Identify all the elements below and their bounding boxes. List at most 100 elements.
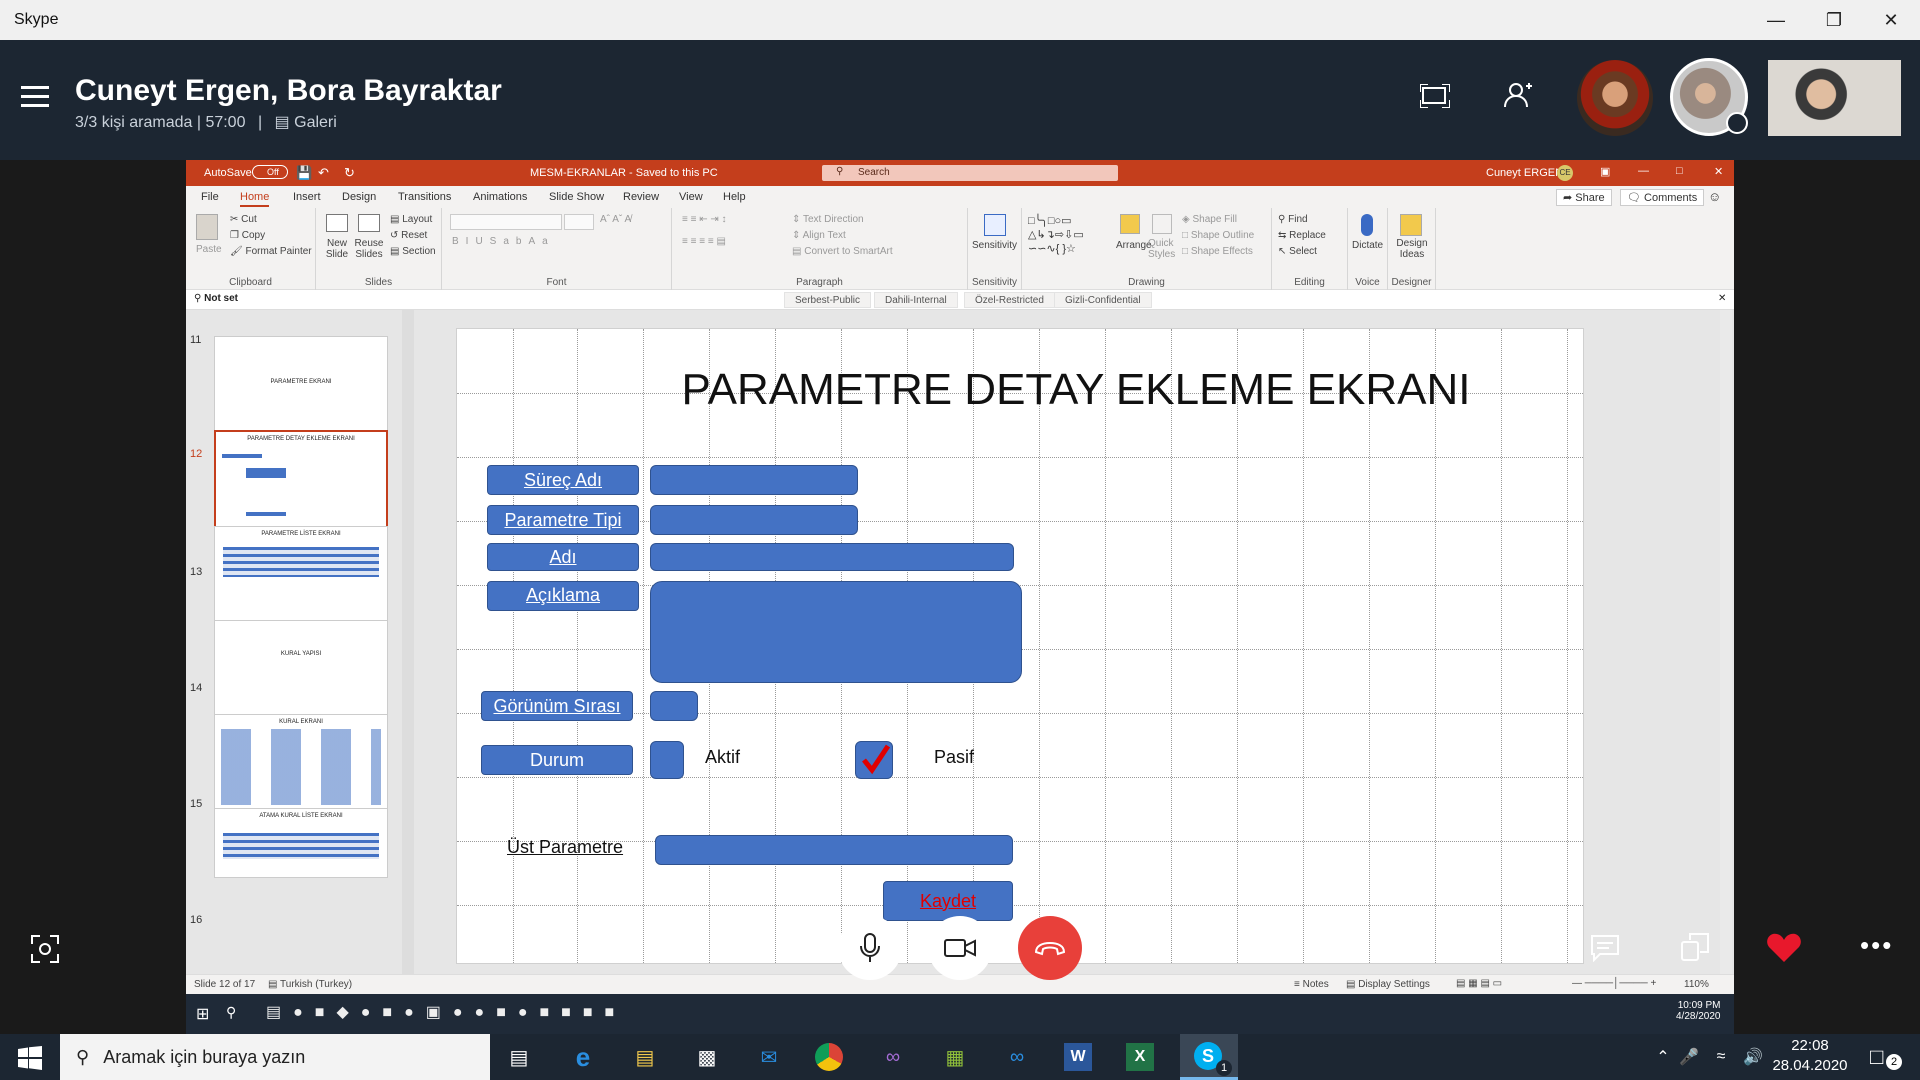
sensitivity-close-icon[interactable]: ✕ xyxy=(1718,293,1726,304)
task-view-icon[interactable]: ▤ xyxy=(502,1040,536,1074)
reuse-slides-icon[interactable] xyxy=(358,214,380,232)
display-settings-button[interactable]: ▤ Display Settings xyxy=(1346,979,1430,990)
tab-insert[interactable]: Insert xyxy=(293,191,321,203)
pasif-checkbox[interactable] xyxy=(855,741,893,779)
shape-fill-button[interactable]: ◈ Shape Fill xyxy=(1182,214,1237,225)
find-button[interactable]: ⚲ Find xyxy=(1278,214,1308,225)
taskbar-search[interactable]: ⚲ Aramak için buraya yazın xyxy=(60,1034,490,1080)
replace-button[interactable]: ⇆ Replace xyxy=(1278,230,1326,241)
view-buttons[interactable]: ▤ ▦ ▤ ▭ xyxy=(1456,978,1502,989)
font-format-buttons[interactable]: BIUSabAa xyxy=(452,236,555,247)
new-slide-icon[interactable] xyxy=(326,214,348,232)
tab-review[interactable]: Review xyxy=(623,191,659,203)
minimize-button[interactable]: — xyxy=(1747,0,1805,40)
ribbon-display-icon[interactable]: ▣ xyxy=(1600,165,1610,178)
ust-parametre-field[interactable] xyxy=(655,835,1013,865)
store-icon[interactable]: ▩ xyxy=(690,1040,724,1074)
word-icon[interactable]: W xyxy=(1064,1043,1092,1071)
close-button[interactable]: ✕ xyxy=(1862,0,1920,40)
kaydet-button[interactable]: Kaydet xyxy=(883,881,1013,921)
more-options-icon[interactable]: ••• xyxy=(1860,930,1893,961)
aktif-checkbox[interactable] xyxy=(650,741,684,779)
notifications-button[interactable]: □ 2 xyxy=(1870,1044,1902,1070)
microphone-icon[interactable] xyxy=(1361,214,1373,236)
zoom-slider[interactable]: — ────│──── + xyxy=(1572,978,1656,989)
align-text-button[interactable]: ⇕ Align Text xyxy=(792,230,846,241)
design-ideas-button[interactable]: Design Ideas xyxy=(1392,238,1432,260)
reuse-slides-button[interactable]: Reuse Slides xyxy=(354,238,384,260)
share-button[interactable]: ➦ Share xyxy=(1556,189,1612,206)
zoom-level[interactable]: 110% xyxy=(1684,979,1709,990)
tab-home[interactable]: Home xyxy=(240,191,270,207)
slide-canvas[interactable]: PARAMETRE DETAY EKLEME EKRANI Süreç Adı … xyxy=(456,328,1584,964)
tab-transitions[interactable]: Transitions xyxy=(398,191,451,203)
wifi-icon[interactable]: ≈ xyxy=(1704,1040,1738,1074)
layout-switch-icon[interactable] xyxy=(1680,932,1710,962)
chat-icon[interactable] xyxy=(1590,934,1620,962)
heart-icon[interactable] xyxy=(1766,932,1802,964)
sensitivity-icon[interactable] xyxy=(984,214,1006,236)
popout-icon[interactable] xyxy=(1726,112,1748,134)
notes-button[interactable]: ≡ Notes xyxy=(1294,979,1329,990)
video-button[interactable] xyxy=(928,916,992,980)
layout-button[interactable]: ▤ Layout xyxy=(390,214,432,225)
label-public[interactable]: Serbest-Public xyxy=(784,292,872,308)
paste-button[interactable]: Paste xyxy=(196,244,222,255)
participant-video-3[interactable] xyxy=(1768,60,1901,136)
design-ideas-icon[interactable] xyxy=(1400,214,1422,236)
section-button[interactable]: ▤ Section xyxy=(390,246,436,257)
user-avatar[interactable]: CE xyxy=(1557,165,1573,181)
shapes-gallery[interactable]: □╰╮□○▭ △↳↴⇨⇩▭ ∽∽∿{ }☆ xyxy=(1028,214,1112,256)
sensitivity-button[interactable]: Sensitivity xyxy=(972,240,1017,251)
arrange-icon[interactable] xyxy=(1120,214,1140,234)
aciklama-field[interactable] xyxy=(650,581,1022,683)
file-explorer-icon[interactable]: ▤ xyxy=(628,1040,662,1074)
tab-help[interactable]: Help xyxy=(723,191,746,203)
restore-button[interactable]: ❐ xyxy=(1805,0,1863,40)
excel-icon[interactable]: X xyxy=(1126,1043,1154,1071)
adi-field[interactable] xyxy=(650,543,1014,571)
slide-thumbnail-16[interactable]: ATAMA KURAL LİSTE EKRANI xyxy=(214,808,388,878)
tab-slideshow[interactable]: Slide Show xyxy=(549,191,604,203)
save-icon[interactable]: 💾 xyxy=(296,165,312,181)
tab-file[interactable]: File xyxy=(201,191,219,203)
mail-icon[interactable]: ✉ xyxy=(752,1040,786,1074)
screenshot-icon[interactable] xyxy=(30,934,60,964)
slide-thumbnail-14[interactable]: KURAL YAPISI xyxy=(214,620,388,718)
select-button[interactable]: ↖ Select xyxy=(1278,246,1317,257)
feedback-icon[interactable]: ☺ xyxy=(1708,189,1721,204)
undo-icon[interactable]: ↶ xyxy=(318,165,329,181)
slide-thumbnail-12[interactable]: PARAMETRE DETAY EKLEME EKRANI xyxy=(214,430,388,528)
tab-animations[interactable]: Animations xyxy=(473,191,527,203)
grow-font-icon[interactable]: Aˆ Aˇ A̸ xyxy=(600,214,631,225)
comments-button[interactable]: 🗨 Comments xyxy=(1620,189,1705,206)
screen-share-icon[interactable] xyxy=(1420,84,1450,108)
font-family-select[interactable] xyxy=(450,214,562,230)
shape-effects-button[interactable]: □ Shape Effects xyxy=(1182,246,1253,257)
ppt-close-button[interactable]: ✕ xyxy=(1714,165,1723,178)
surec-adi-field[interactable] xyxy=(650,465,858,495)
label-internal[interactable]: Dahili-Internal xyxy=(874,292,958,308)
paste-icon[interactable] xyxy=(196,214,218,240)
cut-button[interactable]: ✂ Cut xyxy=(230,214,257,225)
copy-button[interactable]: ❐ Copy xyxy=(230,230,265,241)
gorunum-sirasi-field[interactable] xyxy=(650,691,698,721)
slide-thumbnail-13[interactable]: PARAMETRE LİSTE EKRANI xyxy=(214,526,388,624)
label-restricted[interactable]: Özel-Restricted xyxy=(964,292,1055,308)
volume-icon[interactable]: 🔊 xyxy=(1736,1040,1770,1074)
sql-tool-icon[interactable]: ▦ xyxy=(938,1040,972,1074)
gallery-view-button[interactable]: Galeri xyxy=(294,114,337,131)
list-icons[interactable]: ≡ ≡ ⇤ ⇥ ↕ xyxy=(682,214,727,225)
menu-icon[interactable] xyxy=(21,80,49,113)
quick-styles-button[interactable]: Quick Styles xyxy=(1148,238,1178,260)
label-confidential[interactable]: Gizli-Confidential xyxy=(1054,292,1152,308)
language-status[interactable]: ▤ Turkish (Turkey) xyxy=(268,979,352,990)
parametre-tipi-field[interactable] xyxy=(650,505,858,535)
font-size-select[interactable] xyxy=(564,214,594,230)
slide-thumbnail-11[interactable]: PARAMETRE EKRANI xyxy=(214,336,388,434)
quick-styles-icon[interactable] xyxy=(1152,214,1172,234)
reset-button[interactable]: ↺ Reset xyxy=(390,230,427,241)
shape-outline-button[interactable]: □ Shape Outline xyxy=(1182,230,1254,241)
dictate-button[interactable]: Dictate xyxy=(1352,240,1383,251)
ppt-maximize-button[interactable]: □ xyxy=(1676,165,1683,177)
